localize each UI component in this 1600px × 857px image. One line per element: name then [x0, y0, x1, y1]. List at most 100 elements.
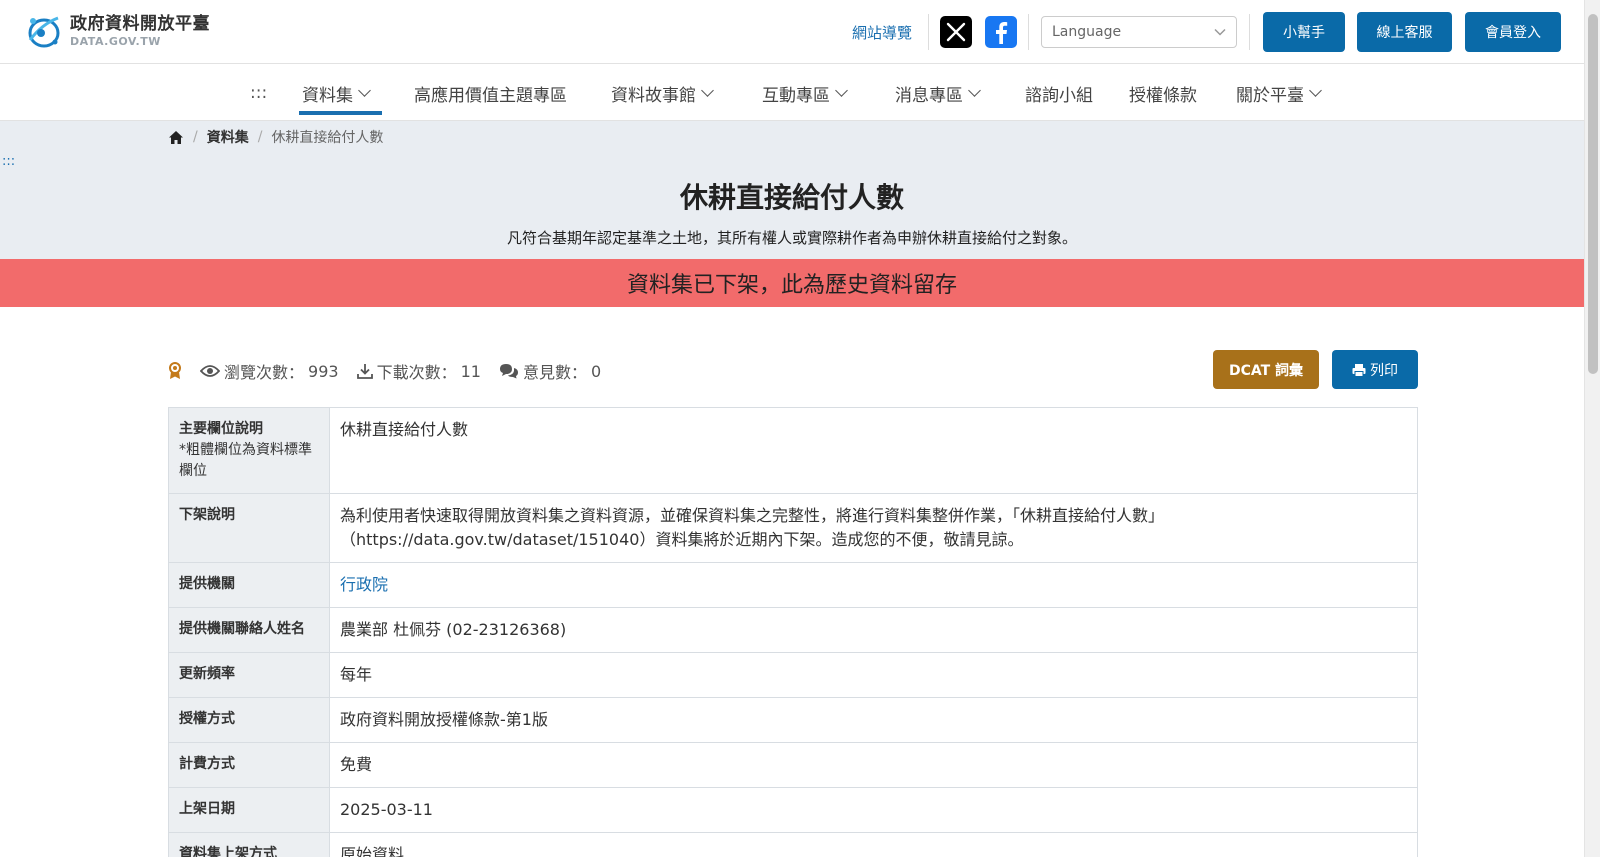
views-stat: 瀏覽次數： 993: [200, 359, 339, 383]
divider: [928, 14, 929, 50]
nav-active-indicator: [299, 111, 382, 115]
nav-item-label: 授權條款: [1129, 85, 1197, 106]
chevron-down-icon: [1309, 84, 1322, 97]
eye-icon: [200, 364, 220, 378]
downloads-stat: 下載次數： 11: [356, 359, 481, 383]
scrollbar-thumb[interactable]: [1588, 14, 1598, 374]
logo-subtitle: DATA.GOV.TW: [70, 34, 161, 48]
comments-count: 0: [590, 361, 602, 381]
online-service-button[interactable]: 線上客服: [1357, 12, 1452, 52]
delisted-alert-banner: 資料集已下架，此為歷史資料留存: [0, 259, 1584, 307]
row-value: 原始資料: [329, 832, 1418, 857]
medal-badge: [168, 362, 182, 380]
nav-item-news[interactable]: 消息專區: [895, 80, 981, 106]
sitemap-link[interactable]: 網站導覽: [852, 22, 912, 43]
main-field-note: *粗體欄位為資料標準欄位: [179, 442, 312, 479]
site-logo[interactable]: 政府資料開放平臺 DATA.GOV.TW: [24, 12, 210, 50]
table-row: 提供機關聯絡人姓名 農業部 杜佩芬 (02-23126368): [168, 607, 1418, 653]
row-value: 免費: [329, 742, 1418, 788]
nav-skip-anchor[interactable]: :::: [250, 80, 267, 106]
row-key: 授權方式: [168, 697, 330, 743]
row-key: 提供機關聯絡人姓名: [168, 607, 330, 653]
nav-item-label: 資料集: [302, 85, 353, 106]
row-value: 每年: [329, 652, 1418, 698]
x-twitter-icon[interactable]: [940, 16, 972, 48]
row-value: 政府資料開放授權條款-第1版: [329, 697, 1418, 743]
row-value: 農業部 杜佩芬 (02-23126368): [329, 607, 1418, 653]
nav-item-license[interactable]: 授權條款: [1129, 80, 1197, 106]
row-key: 下架說明: [168, 493, 330, 563]
dataset-stats: 瀏覽次數： 993 下載次數： 11 意見數： 0: [168, 359, 619, 383]
table-row: 提供機關 行政院: [168, 562, 1418, 608]
chevron-down-icon: [835, 84, 848, 97]
downloads-label: 下載次數：: [376, 363, 457, 382]
breadcrumb-separator: /: [257, 129, 263, 145]
comments-stat: 意見數： 0: [499, 359, 601, 383]
breadcrumb: / 資料集 / 休耕直接給付人數: [168, 127, 383, 147]
nav-item-label: 諮詢小組: [1025, 85, 1093, 106]
table-row: 資料集上架方式 原始資料: [168, 832, 1418, 857]
breadcrumb-datasets[interactable]: 資料集: [207, 127, 249, 147]
nav-item-high-value[interactable]: 高應用價值主題專區: [414, 80, 567, 106]
row-key: 計費方式: [168, 742, 330, 788]
language-select[interactable]: Language: [1041, 16, 1237, 48]
row-value: 為利使用者快速取得開放資料集之資料資源，並確保資料集之完整性，將進行資料集整併作…: [329, 493, 1418, 563]
download-icon: [356, 363, 373, 379]
nav-item-interactive[interactable]: 互動專區: [762, 80, 848, 106]
page-description: 凡符合基期年認定基準之土地，其所有權人或實際耕作者為申辦休耕直接給付之對象。: [506, 229, 1077, 247]
medal-icon: [169, 362, 181, 379]
member-login-button[interactable]: 會員登入: [1465, 12, 1561, 52]
nav-item-label: 互動專區: [762, 85, 830, 106]
breadcrumb-current: 休耕直接給付人數: [271, 130, 384, 146]
table-row: 上架日期 2025-03-11: [168, 787, 1418, 833]
nav-item-label: 資料故事館: [611, 85, 696, 106]
row-key: 提供機關: [168, 562, 330, 608]
divider: [1249, 14, 1250, 50]
main-nav: ::: 資料集 高應用價值主題專區 資料故事館 互動專區 消息專區 諮詢小組 授…: [0, 64, 1584, 121]
printer-icon: [1352, 363, 1366, 377]
page-hero: / 資料集 / 休耕直接給付人數 ::: 休耕直接給付人數 凡符合基期年認定基準…: [0, 121, 1584, 259]
chevron-down-icon: [701, 84, 714, 97]
chevron-down-icon: [358, 84, 371, 97]
chevron-down-icon: [968, 84, 981, 97]
nav-item-datasets[interactable]: 資料集: [302, 80, 371, 106]
table-row: 授權方式 政府資料開放授權條款-第1版: [168, 697, 1418, 743]
nav-item-label: 消息專區: [895, 85, 963, 106]
print-label: 列印: [1370, 362, 1398, 379]
divider: [1028, 14, 1029, 50]
logo-title: 政府資料開放平臺: [70, 13, 210, 34]
chevron-down-icon: [1214, 28, 1226, 36]
comments-label: 意見數：: [522, 363, 587, 382]
views-count: 993: [308, 361, 339, 381]
site-header: 政府資料開放平臺 DATA.GOV.TW 網站導覽 Language 小幫手 線…: [0, 0, 1584, 64]
row-value: 休耕直接給付人數: [329, 407, 1418, 494]
comments-icon: [499, 363, 519, 379]
nav-item-about[interactable]: 關於平臺: [1236, 80, 1322, 106]
table-row: 更新頻率 每年: [168, 652, 1418, 698]
row-key: 更新頻率: [168, 652, 330, 698]
agency-link[interactable]: 行政院: [340, 575, 388, 594]
content-skip-anchor[interactable]: :::: [2, 154, 15, 169]
dcat-vocabulary-button[interactable]: DCAT 詞彙: [1213, 350, 1319, 389]
table-row: 主要欄位說明 *粗體欄位為資料標準欄位 休耕直接給付人數: [168, 407, 1418, 494]
helper-button[interactable]: 小幫手: [1263, 12, 1345, 52]
views-label: 瀏覽次數：: [224, 363, 305, 382]
nav-item-label: 高應用價值主題專區: [414, 85, 567, 106]
logo-icon: [24, 12, 64, 50]
nav-item-label: 關於平臺: [1236, 85, 1304, 106]
language-placeholder: Language: [1052, 24, 1122, 40]
row-key: 上架日期: [168, 787, 330, 833]
print-button[interactable]: 列印: [1332, 350, 1418, 389]
table-row: 下架說明 為利使用者快速取得開放資料集之資料資源，並確保資料集之完整性，將進行資…: [168, 493, 1418, 563]
main-field-label: 主要欄位說明: [179, 421, 263, 437]
row-key: 主要欄位說明 *粗體欄位為資料標準欄位: [168, 407, 330, 494]
breadcrumb-separator: /: [193, 129, 198, 145]
table-row: 計費方式 免費: [168, 742, 1418, 788]
facebook-icon[interactable]: [985, 16, 1017, 48]
downloads-count: 11: [460, 361, 481, 381]
dataset-metadata-table: 主要欄位說明 *粗體欄位為資料標準欄位 休耕直接給付人數 下架說明 為利使用者快…: [168, 407, 1418, 857]
nav-item-data-stories[interactable]: 資料故事館: [611, 80, 714, 106]
home-icon[interactable]: [168, 130, 184, 145]
page-scrollbar[interactable]: [1584, 0, 1600, 857]
nav-item-advisory[interactable]: 諮詢小組: [1025, 80, 1093, 106]
